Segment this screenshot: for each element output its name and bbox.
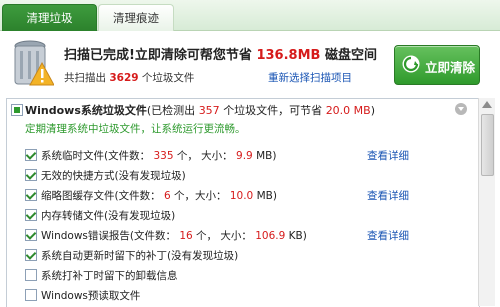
- item-count: 16: [179, 230, 193, 242]
- group-detected-mid: 个垃圾文件，可节省: [223, 104, 323, 117]
- rescan-link[interactable]: 重新选择扫描项目: [268, 70, 352, 85]
- item-label: Windows错误报告(文件数： 16 个， 大小： 106.9 KB): [41, 228, 307, 243]
- group-checkbox[interactable]: [11, 104, 23, 116]
- group-tip: 定期清理系统中垃圾文件，让系统运行更流畅。: [25, 123, 246, 135]
- item-label-b: 个， 大小：: [176, 150, 233, 162]
- scrollbar-thumb[interactable]: [481, 114, 494, 176]
- item-unit: MB): [256, 150, 277, 162]
- item-label: 系统打补丁时留下的卸载信息: [41, 270, 178, 282]
- clean-now-label: 立即清除: [425, 60, 476, 75]
- item-checkbox[interactable]: [25, 209, 37, 221]
- item-label: 缩略图缓存文件(文件数： 6 个，大小： 10.0 MB): [41, 188, 277, 203]
- recycle-icon: [402, 55, 420, 73]
- item-label-b: 个， 大小：: [196, 230, 252, 242]
- item-label-a: 缩略图缓存文件(文件数：: [41, 190, 161, 202]
- tab-clean-traces[interactable]: 清理痕迹: [98, 4, 174, 31]
- item-unit: KB): [288, 230, 307, 242]
- item-label: Windows预读取文件: [41, 290, 141, 302]
- group-title: Windows系统垃圾文件: [25, 104, 147, 117]
- item-count: 335: [153, 150, 174, 162]
- list-item: 无效的快捷方式(没有发现垃圾): [7, 165, 479, 185]
- item-count: 6: [163, 190, 171, 202]
- view-details-link[interactable]: 查看详细: [367, 228, 409, 243]
- item-unit: MB): [256, 190, 277, 202]
- item-checkbox[interactable]: [25, 249, 37, 261]
- scanned-count-line: 共扫描出 3629 个垃圾文件: [64, 70, 194, 85]
- item-checkbox[interactable]: [25, 189, 37, 201]
- collapse-arrow-icon[interactable]: [455, 103, 467, 115]
- item-checkbox[interactable]: [25, 149, 37, 161]
- item-checkbox[interactable]: [25, 229, 37, 241]
- item-label: 内存转储文件(没有发现垃圾): [41, 210, 176, 222]
- list-item: Windows错误报告(文件数： 16 个， 大小： 106.9 KB) 查看详…: [7, 225, 479, 245]
- group-detected-size: 20.0 MB: [325, 104, 371, 117]
- group-detected-count: 357: [198, 104, 220, 117]
- savings-amount: 136.8MB: [256, 48, 321, 63]
- list-item: 系统自动更新时留下的补丁(没有发现垃圾): [7, 245, 479, 265]
- item-checkbox[interactable]: [25, 289, 37, 301]
- item-label-a: Windows错误报告(文件数：: [41, 230, 176, 242]
- group-title-line: Windows系统垃圾文件(已检测出 357 个垃圾文件，可节省 20.0 MB…: [25, 102, 375, 118]
- list-item: 系统打补丁时留下的卸载信息: [7, 265, 479, 285]
- headline-prefix: 扫描已完成!立即清除可帮您节省: [64, 48, 252, 63]
- tab-clean-junk[interactable]: 清理垃圾: [2, 4, 97, 31]
- item-size: 10.0: [229, 190, 254, 202]
- scanned-suffix: 个垃圾文件: [141, 72, 195, 84]
- junk-category-list: Windows系统垃圾文件(已检测出 357 个垃圾文件，可节省 20.0 MB…: [6, 98, 480, 307]
- list-item: Windows预读取文件: [7, 285, 479, 305]
- list-item: 系统临时文件(文件数： 335 个， 大小： 9.9 MB) 查看详细: [7, 145, 479, 165]
- scanned-prefix: 共扫描出: [64, 72, 106, 84]
- scan-headline: 扫描已完成!立即清除可帮您节省 136.8MB 磁盘空间: [64, 44, 377, 63]
- view-details-link[interactable]: 查看详细: [367, 148, 409, 163]
- item-label-a: 系统临时文件(文件数：: [41, 150, 151, 162]
- scroll-up-arrow-icon[interactable]: [482, 101, 492, 108]
- scanned-count: 3629: [109, 72, 139, 84]
- tab-bar: 清理垃圾 清理痕迹: [0, 0, 500, 31]
- item-label: 无效的快捷方式(没有发现垃圾): [41, 170, 186, 182]
- list-item: 内存转储文件(没有发现垃圾): [7, 205, 479, 225]
- item-size: 106.9: [255, 230, 286, 242]
- group-windows-junk: Windows系统垃圾文件(已检测出 357 个垃圾文件，可节省 20.0 MB…: [7, 99, 479, 117]
- item-size: 9.9: [236, 150, 253, 162]
- item-label: 系统自动更新时留下的补丁(没有发现垃圾): [41, 250, 239, 262]
- group-detected-prefix: (已检测出: [146, 104, 196, 117]
- clean-now-button[interactable]: 立即清除: [394, 45, 480, 85]
- item-label-b: 个，大小：: [173, 190, 227, 202]
- trash-can-icon: [14, 40, 54, 86]
- item-checkbox[interactable]: [25, 269, 37, 281]
- group-detected-suffix: ): [370, 104, 376, 117]
- item-label: 系统临时文件(文件数： 335 个， 大小： 9.9 MB): [41, 148, 276, 163]
- headline-suffix: 磁盘空间: [324, 48, 377, 63]
- list-item: 缩略图缓存文件(文件数： 6 个，大小： 10.0 MB) 查看详细: [7, 185, 479, 205]
- scan-summary: 扫描已完成!立即清除可帮您节省 136.8MB 磁盘空间 共扫描出 3629 个…: [0, 31, 500, 95]
- list-scrollbar[interactable]: [478, 98, 495, 306]
- view-details-link[interactable]: 查看详细: [367, 188, 409, 203]
- item-checkbox[interactable]: [25, 169, 37, 181]
